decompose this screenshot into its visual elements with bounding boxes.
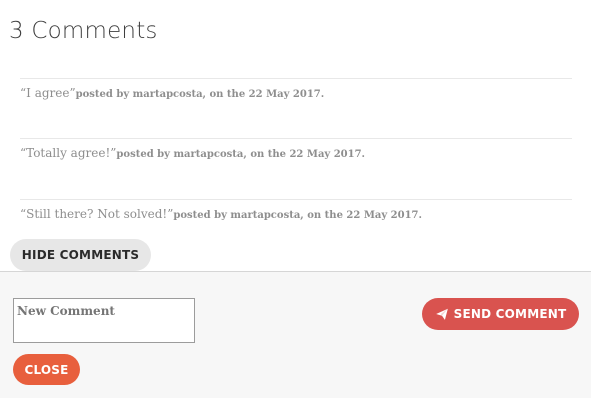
comment-meta: posted by martapcosta, on the 22 May 201…	[116, 149, 366, 160]
hide-comments-button[interactable]: HIDE COMMENTS	[10, 239, 151, 271]
comment-meta: posted by martapcosta, on the 22 May 201…	[173, 210, 422, 221]
close-label: CLOSE	[24, 362, 69, 377]
close-button[interactable]: CLOSE	[13, 354, 80, 385]
comments-count-title: 3 Comments	[9, 18, 158, 44]
comment-item: “Still there? Not solved!”posted by mart…	[20, 199, 572, 221]
paper-plane-icon	[435, 307, 449, 321]
comment-item: “I agree”posted by martapcosta, on the 2…	[20, 78, 572, 100]
new-comment-textarea[interactable]	[13, 298, 195, 343]
comment-item: “Totally agree!”posted by martapcosta, o…	[20, 138, 572, 160]
send-comment-button[interactable]: SEND COMMENT	[422, 298, 579, 330]
comment-text: “Still there? Not solved!”	[20, 207, 174, 221]
hide-comments-label: HIDE COMMENTS	[21, 248, 140, 262]
send-comment-label: SEND COMMENT	[453, 307, 567, 321]
comment-text: “I agree”	[20, 86, 76, 100]
comment-meta: posted by martapcosta, on the 22 May 201…	[75, 89, 325, 100]
comment-text: “Totally agree!”	[20, 146, 117, 160]
